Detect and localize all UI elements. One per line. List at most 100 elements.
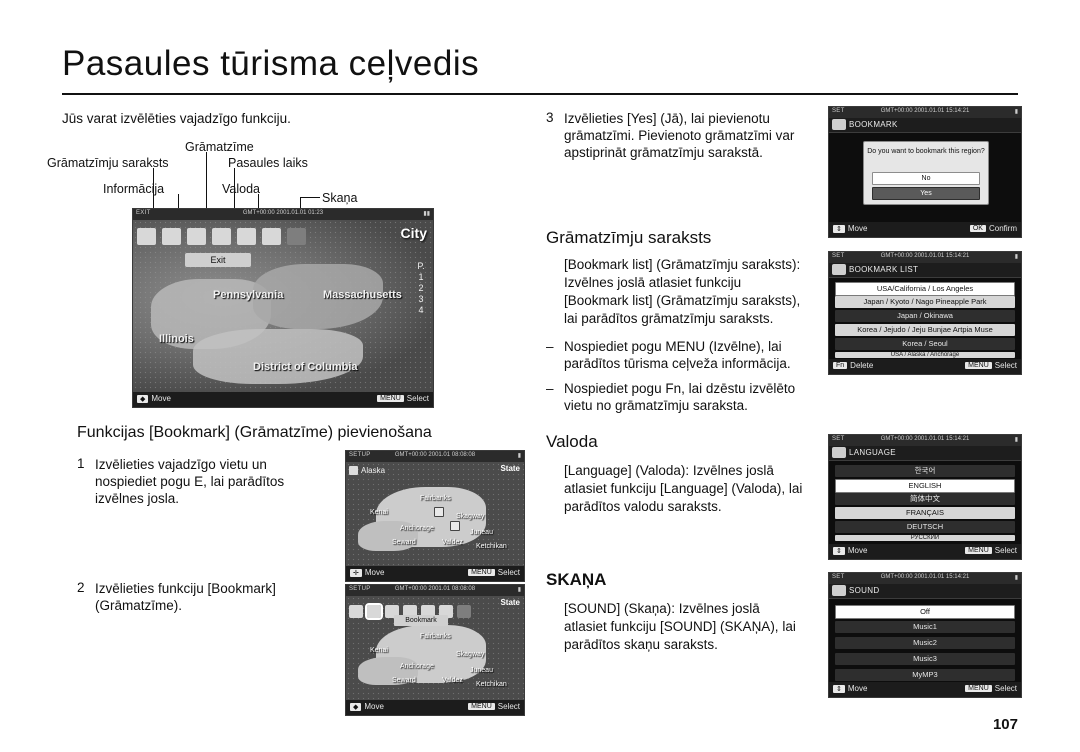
bmlist-row[interactable]: Japan / Okinawa — [835, 310, 1015, 322]
alaska2-status-right: ▮ — [517, 587, 521, 593]
bmlist-title: BOOKMARK LIST — [849, 265, 919, 274]
place-valdez: Valdez — [442, 677, 463, 684]
alaska1-status-left: SETUP — [349, 452, 371, 458]
place-kenai: Kenai — [370, 647, 388, 654]
map-menu-bar[interactable] — [137, 223, 306, 249]
step-2-text: Izvēlieties funkciju [Bookmark] (Grāmatz… — [95, 581, 276, 613]
sound-icon[interactable] — [262, 227, 281, 245]
lang-row[interactable]: 简体中文 — [835, 493, 1015, 505]
alaska1-move-hint: ✛ Move — [350, 568, 384, 577]
language-icon — [832, 447, 846, 458]
bmlist-row[interactable]: USA / Alaska / Anchorage — [835, 352, 1015, 358]
confirm-bottom-bar: ⇕ Move OK Confirm — [829, 222, 1021, 237]
bmlist-row[interactable]: Korea / Jejudo / Jeju Bunjae Artpia Muse — [835, 324, 1015, 336]
bookmark-list-bullet-2: Nospiediet pogu Fn, lai dzēstu izvēlēto … — [564, 381, 796, 413]
place-fairbanks: Fairbanks — [420, 633, 451, 640]
map-exit-button[interactable]: Exit — [185, 253, 251, 267]
sound-row[interactable]: MyMP3 — [835, 669, 1015, 681]
sound-status-left: SET — [832, 574, 845, 580]
alaska1-bottom-bar: ✛ Move MENU Select — [346, 566, 524, 581]
place-ketchikan: Ketchikan — [476, 681, 507, 688]
alaska1-status-center: GMT+00:00 2001.01 08:08:08 — [394, 452, 476, 458]
callout-language: Valoda — [222, 182, 260, 196]
place-seward: Seward — [392, 539, 416, 546]
back-arrow-icon[interactable] — [287, 227, 306, 245]
confirm-dialog-text: Do you want to bookmark this region? — [867, 148, 985, 155]
back-arrow-icon[interactable] — [457, 604, 471, 618]
information-icon[interactable] — [187, 227, 206, 245]
lang-row-selected[interactable]: ENGLISH — [835, 479, 1015, 493]
dialog-no-button[interactable]: No — [872, 172, 980, 185]
zoom-mark-3: 3 — [418, 294, 424, 304]
screenshot-alaska-step1: SETUP GMT+00:00 2001.01 08:08:08 ▮ Alask… — [345, 450, 525, 582]
alaska1-state-tag: State — [500, 464, 520, 473]
map-label-illinois: Illinois — [159, 333, 194, 345]
zoom-mark-2: 2 — [418, 283, 424, 293]
bookmark-section-heading: Funkcijas [Bookmark] (Grāmatzīme) pievie… — [77, 424, 432, 441]
sound-status-right: ▮ — [1014, 575, 1018, 581]
sound-title: SOUND — [849, 586, 880, 595]
sound-status-center: GMT+00:00 2001.01.01 15:14:21 — [880, 574, 970, 580]
page-title: Pasaules tūrisma ceļvedis — [62, 44, 480, 83]
lang-row[interactable]: FRANÇAIS — [835, 507, 1015, 519]
place-anchorage: Anchorage — [400, 525, 434, 532]
language-line-1: [Language] (Valoda): Izvēlnes joslā — [564, 463, 774, 478]
bmlist-status-center: GMT+00:00 2001.01.01 15:14:21 — [880, 253, 970, 259]
bookmark-icon[interactable] — [365, 602, 383, 620]
zoom-mark-4: 4 — [418, 305, 424, 315]
screenshot-map: EXIT GMT+00:00 2001.01.01 01:23 ▮▮ Exit … — [132, 208, 434, 408]
sound-row[interactable]: Music3 — [835, 653, 1015, 665]
sound-move-hint: ⇕ Move — [833, 684, 867, 693]
map-zoom-scale[interactable]: P. 1 2 3 4 — [413, 261, 429, 316]
sound-row[interactable]: Music1 — [835, 621, 1015, 633]
leader-line-6 — [300, 197, 320, 198]
map-pin[interactable] — [434, 507, 444, 517]
alaska1-title: Alaska — [361, 465, 386, 475]
menu-key-icon: MENU — [965, 547, 992, 555]
alaska2-select-hint: MENU Select — [468, 702, 520, 711]
map-status-bar: EXIT GMT+00:00 2001.01.01 01:23 ▮▮ — [133, 209, 433, 220]
world-time-icon[interactable] — [212, 227, 231, 245]
heading-language: Valoda — [546, 432, 598, 451]
dialog-yes-button[interactable]: Yes — [872, 187, 980, 200]
bmlist-select-hint: MENU Select — [965, 361, 1017, 370]
sound-icon — [832, 585, 846, 596]
dpad-icon: ⇕ — [833, 684, 845, 693]
sound-select-hint: MENU Select — [965, 684, 1017, 693]
bookmark-list-icon[interactable] — [349, 604, 363, 618]
language-icon[interactable] — [237, 227, 256, 245]
bookmark-list-icon[interactable] — [137, 227, 156, 245]
lang-row[interactable]: 한국어 — [835, 465, 1015, 477]
bmlist-status-left: SET — [832, 253, 845, 259]
lang-row[interactable]: DEUTSCH — [835, 521, 1015, 533]
map-landmass — [193, 329, 363, 384]
zoom-mark-1: 1 — [418, 272, 424, 282]
bmlist-row[interactable]: USA/California / Los Angeles — [835, 282, 1015, 296]
bmlist-row[interactable]: Japan / Kyoto / Nago Pineapple Park — [835, 296, 1015, 308]
lang-title: LANGUAGE — [849, 448, 896, 457]
bullet-dash-2: – — [546, 381, 554, 396]
alaska1-status-bar: SETUP GMT+00:00 2001.01 08:08:08 ▮ — [346, 451, 524, 462]
place-juneau: Juneau — [470, 529, 493, 536]
bookmark-icon[interactable] — [162, 227, 181, 245]
title-divider — [62, 93, 1018, 95]
menu-key-icon: MENU — [468, 569, 495, 577]
screenshot-alaska-step2: SETUP GMT+00:00 2001.01 08:08:08 ▮ Bookm… — [345, 584, 525, 716]
lang-status-left: SET — [832, 436, 845, 442]
bmlist-row[interactable]: Korea / Seoul — [835, 338, 1015, 350]
lang-row[interactable]: РУССКИЙ — [835, 535, 1015, 541]
place-skagway: Skagway — [456, 513, 485, 520]
map-pin[interactable] — [450, 521, 460, 531]
language-line-2: atlasiet funkciju [Language] (Valoda), l… — [564, 481, 803, 496]
sound-line-3: parādītos skaņu saraksts. — [564, 637, 718, 652]
dpad-icon: ◆ — [137, 394, 149, 403]
sound-row[interactable]: Music2 — [835, 637, 1015, 649]
sound-line-1: [SOUND] (Skaņa): Izvēlnes joslā — [564, 601, 760, 616]
menu-key-icon: MENU — [468, 703, 495, 711]
sound-row-selected[interactable]: Off — [835, 605, 1015, 619]
step-3-number: 3 — [546, 110, 554, 125]
bmlist-title-bar: BOOKMARK LIST — [829, 263, 1021, 278]
step-1-text: Izvēlieties vajadzīgo vietu un nospiedie… — [95, 457, 285, 506]
lang-status-right: ▮ — [1014, 437, 1018, 443]
step-1-number: 1 — [77, 456, 85, 471]
